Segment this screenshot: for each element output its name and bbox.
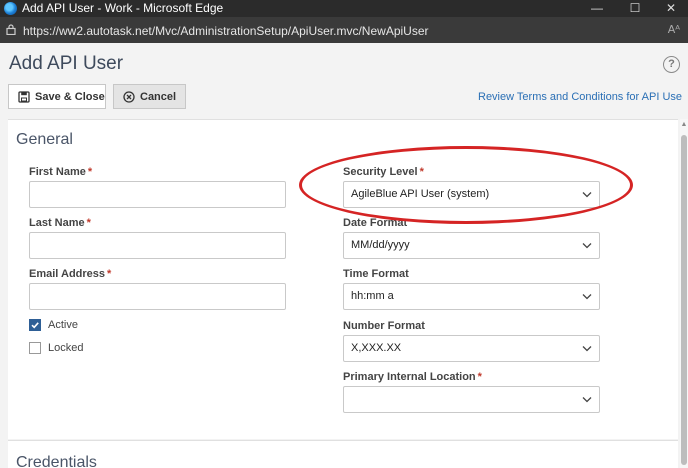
number-format-value: X,XXX.XX <box>351 342 402 354</box>
security-level-label: Security Level * <box>343 166 424 178</box>
credentials-section-title: Credentials <box>16 454 97 468</box>
date-format-value: MM/dd/yyyy <box>351 239 410 251</box>
edge-icon <box>4 2 17 15</box>
email-address-field[interactable] <box>29 283 286 310</box>
general-section: General First Name * Last Name * Email Add… <box>8 119 678 439</box>
help-icon[interactable]: ? <box>663 56 680 73</box>
locked-checkbox-row[interactable]: Locked <box>29 342 83 354</box>
date-format-select[interactable]: MM/dd/yyyy <box>343 232 600 259</box>
cancel-label: Cancel <box>140 90 177 103</box>
chevron-down-icon <box>582 397 592 403</box>
active-label: Active <box>48 319 78 331</box>
chevron-down-icon <box>582 192 592 198</box>
number-format-label: Number Format <box>343 320 425 332</box>
general-section-title: General <box>16 131 73 148</box>
active-checkbox[interactable] <box>29 319 41 331</box>
first-name-field[interactable] <box>29 181 286 208</box>
url-text[interactable]: https://ww2.autotask.net/Mvc/Administrat… <box>23 24 429 38</box>
number-format-select[interactable]: X,XXX.XX <box>343 335 600 362</box>
security-level-value: AgileBlue API User (system) <box>351 188 490 200</box>
required-marker: * <box>87 166 93 178</box>
cancel-button[interactable]: Cancel <box>113 84 186 109</box>
review-terms-link[interactable]: Review Terms and Conditions for API Use <box>478 91 682 103</box>
save-icon <box>18 90 30 103</box>
active-checkbox-row[interactable]: Active <box>29 319 78 331</box>
time-format-select[interactable]: hh:mm a <box>343 283 600 310</box>
checkmark-icon <box>31 322 39 329</box>
scrollbar-thumb[interactable] <box>681 135 687 465</box>
primary-location-label: Primary Internal Location * <box>343 371 482 383</box>
maximize-icon[interactable]: ☐ <box>620 0 650 17</box>
required-marker: * <box>107 268 112 280</box>
email-address-label: Email Address * <box>29 268 112 280</box>
chevron-down-icon <box>582 243 592 249</box>
cancel-icon <box>123 90 135 103</box>
required-marker: * <box>419 166 424 178</box>
lock-icon <box>6 24 16 36</box>
minimize-icon[interactable]: — <box>582 0 612 17</box>
address-bar: https://ww2.autotask.net/Mvc/Administrat… <box>0 17 688 43</box>
required-marker: * <box>86 217 91 229</box>
locked-label: Locked <box>48 342 84 354</box>
save-close-label: Save & Close <box>35 90 105 103</box>
page-title: Add API User <box>9 53 124 74</box>
save-close-button[interactable]: Save & Close <box>8 84 106 109</box>
credentials-section: Credentials <box>8 440 678 468</box>
scrollbar[interactable]: ▲ <box>680 119 688 468</box>
reader-mode-icon[interactable]: Aᴬ <box>668 23 680 36</box>
chevron-down-icon <box>582 346 592 352</box>
last-name-label: Last Name * <box>29 217 91 229</box>
time-format-value: hh:mm a <box>351 290 394 302</box>
security-level-select[interactable]: AgileBlue API User (system) <box>343 181 600 208</box>
close-icon[interactable]: ✕ <box>656 0 686 17</box>
time-format-label: Time Format <box>343 268 409 280</box>
last-name-field[interactable] <box>29 232 286 259</box>
date-format-label: Date Format <box>343 217 408 229</box>
scroll-up-icon[interactable]: ▲ <box>680 121 688 129</box>
primary-location-select[interactable] <box>343 386 600 413</box>
first-name-label: First Name * <box>29 166 93 178</box>
window-titlebar: Add API User - Work - Microsoft Edge — ☐… <box>0 0 688 17</box>
locked-checkbox[interactable] <box>29 342 41 354</box>
required-marker: * <box>477 371 482 383</box>
chevron-down-icon <box>582 294 592 300</box>
window-title: Add API User - Work - Microsoft Edge <box>22 1 224 15</box>
